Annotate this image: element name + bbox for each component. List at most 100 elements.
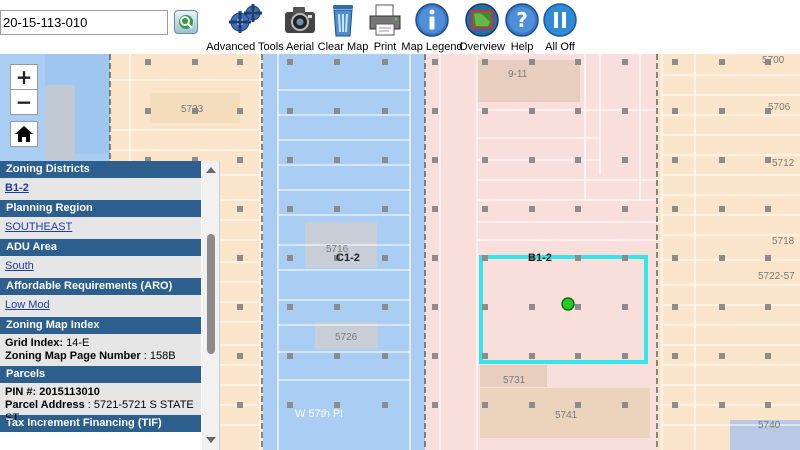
parcel-marker: [672, 108, 678, 114]
section-body-zoning-districts: B1-2: [0, 178, 201, 200]
parcel-address-label: Parcel Address: [5, 399, 85, 411]
section-header-parcels: Parcels: [0, 366, 201, 383]
parcel-marker: [432, 59, 438, 65]
parcel-marker: [334, 402, 340, 408]
planning-region-link[interactable]: SOUTHEAST: [5, 221, 72, 233]
print-button[interactable]: Print: [369, 0, 401, 53]
print-label: Print: [373, 41, 397, 53]
map-legend-button[interactable]: Map Legend: [401, 0, 463, 53]
parcel-marker: [575, 255, 581, 261]
grid-index-value: 14-E: [66, 337, 90, 349]
parcel-marker: [482, 255, 488, 261]
parcel-marker: [529, 304, 535, 310]
section-header-planning-region: Planning Region: [0, 200, 201, 217]
zoom-out-icon: −: [15, 90, 33, 114]
parcel-marker: [622, 353, 628, 359]
parcel-marker: [482, 402, 488, 408]
parcel-marker: [672, 59, 678, 65]
scroll-thumb[interactable]: [207, 234, 215, 354]
map-page-value: : 158B: [143, 350, 176, 362]
search-input[interactable]: [0, 10, 168, 35]
parcel-marker: [529, 206, 535, 212]
section-body-aro: Low Mod: [0, 295, 201, 317]
parcel-marker: [432, 402, 438, 408]
overview-button[interactable]: Overview: [459, 0, 505, 53]
parcel-marker: [432, 157, 438, 163]
globe-icon: [464, 2, 500, 38]
parcel-marker: [765, 108, 771, 114]
parcel-marker: [432, 304, 438, 310]
parcel-marker: [382, 353, 388, 359]
parcel-marker: [237, 304, 243, 310]
parcel-marker: [287, 157, 293, 163]
parcel-marker: [382, 255, 388, 261]
parcel-marker: [334, 157, 340, 163]
help-icon: ?: [504, 2, 540, 38]
parcel-marker: [145, 108, 151, 114]
all-off-button[interactable]: All Off: [542, 0, 578, 53]
aerial-button[interactable]: Aerial: [283, 0, 317, 53]
scroll-up-icon[interactable]: [206, 167, 216, 173]
advanced-tools-button[interactable]: Advanced Tools: [206, 0, 284, 53]
aro-link[interactable]: Low Mod: [5, 299, 50, 311]
parcel-marker: [192, 59, 198, 65]
parcel-marker: [622, 304, 628, 310]
zoning-district-link[interactable]: B1-2: [5, 182, 29, 194]
parcel-marker: [237, 59, 243, 65]
parcel-marker: [672, 402, 678, 408]
parcel-marker: [287, 206, 293, 212]
zoom-out-button[interactable]: −: [10, 89, 38, 115]
parcel-marker: [334, 108, 340, 114]
zoom-in-button[interactable]: +: [10, 64, 38, 90]
parcel-marker: [432, 353, 438, 359]
parcel-marker: [237, 206, 243, 212]
scroll-down-icon[interactable]: [206, 437, 216, 443]
parcel-marker: [529, 353, 535, 359]
parcel-marker: [575, 157, 581, 163]
adu-area-link[interactable]: South: [5, 260, 34, 272]
parcel-marker: [575, 402, 581, 408]
overview-label: Overview: [459, 41, 505, 53]
parcel-marker: [287, 402, 293, 408]
aerial-label: Aerial: [285, 41, 315, 53]
parcel-marker: [237, 108, 243, 114]
parcel-marker: [334, 353, 340, 359]
parcel-marker: [334, 59, 340, 65]
section-body-zoning-map-index: Grid Index: 14-E Zoning Map Page Number …: [0, 334, 201, 366]
map-page-label: Zoning Map Page Number: [5, 350, 141, 362]
parcel-marker: [719, 59, 725, 65]
parcel-marker: [575, 108, 581, 114]
parcel-marker: [382, 206, 388, 212]
parcel-marker: [672, 353, 678, 359]
search-button[interactable]: [174, 10, 198, 34]
pin-value: 2015113010: [39, 386, 100, 398]
parcel-marker: [719, 304, 725, 310]
section-header-aro: Affordable Requirements (ARO): [0, 278, 201, 295]
home-icon: [15, 126, 33, 142]
location-marker[interactable]: [560, 296, 576, 312]
svg-text:?: ?: [516, 8, 528, 32]
parcel-marker: [192, 108, 198, 114]
home-button[interactable]: [10, 121, 38, 147]
parcel-marker: [287, 59, 293, 65]
parcel-marker: [382, 59, 388, 65]
parcel-marker: [622, 59, 628, 65]
info-panel-content: Zoning Districts B1-2 Planning Region SO…: [0, 161, 201, 432]
parcel-marker: [672, 206, 678, 212]
pin-label: PIN #:: [5, 386, 37, 398]
parcel-marker: [432, 206, 438, 212]
parcel-marker: [672, 304, 678, 310]
parcel-marker: [482, 108, 488, 114]
panel-scrollbar[interactable]: [202, 161, 219, 450]
parcel-marker: [765, 353, 771, 359]
parcel-marker: [432, 108, 438, 114]
clear-map-button[interactable]: Clear Map: [318, 0, 368, 53]
info-panel[interactable]: Zoning Districts B1-2 Planning Region SO…: [0, 161, 220, 450]
parcel-marker: [622, 255, 628, 261]
parcel-marker: [482, 206, 488, 212]
parcel-marker: [765, 157, 771, 163]
help-button[interactable]: ? Help: [503, 0, 541, 53]
parcel-marker: [237, 157, 243, 163]
all-off-label: All Off: [545, 41, 575, 53]
section-body-adu-area: South: [0, 256, 201, 278]
